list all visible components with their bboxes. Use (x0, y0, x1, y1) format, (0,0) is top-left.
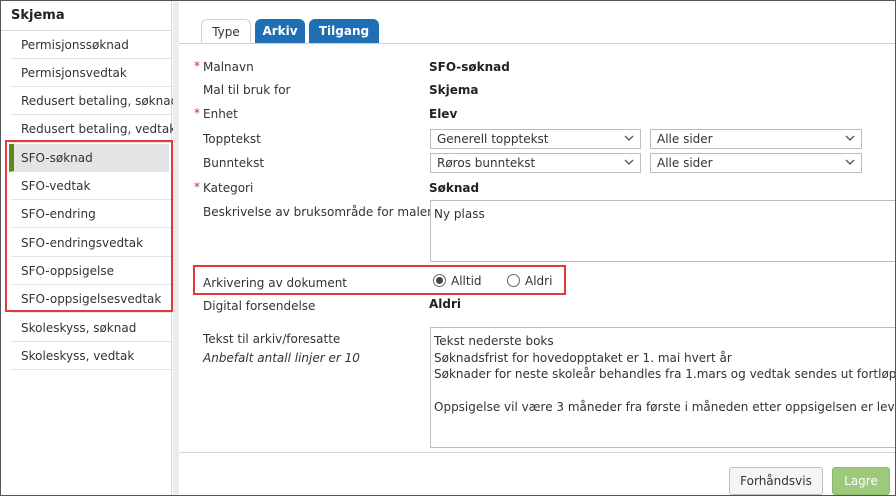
bunntekst-select[interactable]: Røros bunntekst (430, 153, 641, 173)
sidebar-item[interactable]: SFO-endringsvedtak (11, 229, 171, 257)
text-line (434, 383, 895, 400)
save-button[interactable]: Lagre (832, 467, 890, 495)
tekst-arkiv-label: Tekst til arkiv/foresatte (203, 332, 341, 346)
digital-forsendelse-label: Digital forsendelse (203, 299, 316, 313)
chevron-down-icon (624, 135, 634, 141)
tekst-arkiv-hint: Anbefalt antall linjer er 10 (203, 351, 360, 365)
enhet-value: Elev (429, 107, 458, 121)
chevron-down-icon (845, 159, 855, 165)
template-sidebar: Skjema Permisjonssøknad Permisjonsvedtak… (1, 1, 178, 495)
app-window: Skjema Permisjonssøknad Permisjonsvedtak… (0, 0, 896, 496)
beskrivelse-value: Ny plass (434, 207, 485, 221)
kategori-label: Kategori (203, 181, 254, 195)
footer-divider (179, 452, 895, 453)
text-line: Oppsigelse vil være 3 måneder fra første… (434, 400, 896, 414)
sidebar-item-active[interactable]: SFO-søknad (9, 144, 169, 172)
required-marker: * (194, 106, 200, 120)
preview-button[interactable]: Forhåndsvis (729, 467, 823, 495)
required-marker: * (194, 180, 200, 194)
text-line: Tekst nederste boks (434, 334, 554, 348)
digital-forsendelse-value: Aldri (429, 297, 462, 311)
radio-alltid[interactable] (433, 274, 446, 287)
topptekst-pages-select[interactable]: Alle sider (650, 129, 862, 149)
sidebar-item[interactable]: Redusert betaling, søknad (11, 87, 178, 115)
radio-aldri-label: Aldri (525, 274, 553, 288)
topptekst-label: Topptekst (203, 132, 261, 146)
text-line: Søknadsfrist for hovedopptaket er 1. mai… (434, 350, 732, 365)
enhet-label: Enhet (203, 107, 238, 121)
sidebar-header: Skjema (1, 1, 171, 31)
arkivering-label: Arkivering av dokument (203, 276, 348, 290)
bunntekst-pages-value: Alle sider (657, 156, 713, 170)
tekst-arkiv-textarea[interactable]: Tekst nederste boks Søknadsfrist for hov… (430, 327, 896, 448)
mal-til-bruk-for-value: Skjema (429, 83, 479, 97)
sidebar-item[interactable]: Permisjonsvedtak (11, 59, 171, 87)
malnavn-label: Malnavn (203, 60, 254, 74)
topptekst-pages-value: Alle sider (657, 132, 713, 146)
chevron-down-icon (624, 159, 634, 165)
tab-type[interactable]: Type (201, 19, 251, 43)
malnavn-value: SFO-søknad (429, 60, 510, 74)
tab-bar: Type Arkiv Tilgang (179, 1, 895, 44)
sidebar-item[interactable]: SFO-endring (11, 200, 171, 228)
text-line: Søknader for neste skoleår behandles fra… (434, 367, 896, 381)
beskrivelse-label: Beskrivelse av bruksområde for malen (203, 205, 435, 219)
bunntekst-pages-select[interactable]: Alle sider (650, 153, 862, 173)
beskrivelse-textarea[interactable]: Ny plass (430, 200, 895, 262)
sidebar-item[interactable]: SFO-vedtak (11, 172, 171, 200)
sidebar-item[interactable]: SFO-oppsigelse (11, 257, 171, 285)
radio-alltid-label: Alltid (451, 274, 482, 288)
sidebar-item[interactable]: Permisjonssøknad (11, 31, 171, 59)
sidebar-item[interactable]: Skoleskyss, søknad (11, 314, 171, 342)
sidebar-item[interactable]: Skoleskyss, vedtak (11, 342, 171, 370)
bunntekst-select-value: Røros bunntekst (437, 156, 536, 170)
chevron-down-icon (845, 135, 855, 141)
tab-arkiv[interactable]: Arkiv (255, 19, 305, 43)
topptekst-select-value: Generell topptekst (437, 132, 549, 146)
tab-tilgang[interactable]: Tilgang (309, 19, 379, 43)
sidebar-item[interactable]: SFO-oppsigelsesvedtak (11, 285, 171, 313)
kategori-value: Søknad (429, 181, 480, 195)
required-marker: * (194, 59, 200, 73)
mal-til-bruk-for-label: Mal til bruk for (203, 83, 291, 97)
main-panel: Type Arkiv Tilgang * Malnavn SFO-søknad … (179, 1, 895, 495)
topptekst-select[interactable]: Generell topptekst (430, 129, 641, 149)
sidebar-item[interactable]: Redusert betaling, vedtak (11, 115, 176, 143)
bunntekst-label: Bunntekst (203, 156, 265, 170)
radio-aldri[interactable] (507, 274, 520, 287)
